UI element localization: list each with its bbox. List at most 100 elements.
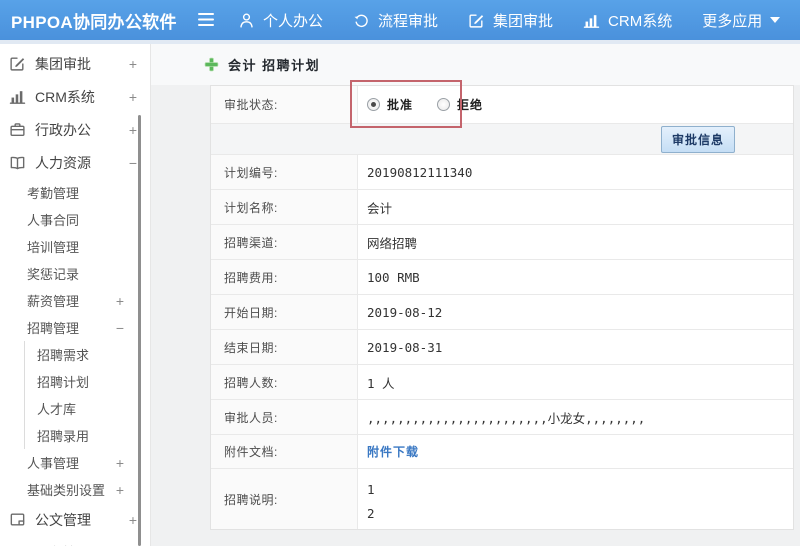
expand-toggle[interactable]: − [116, 321, 124, 335]
radio-icon[interactable] [437, 98, 451, 111]
bar-chart-icon [9, 88, 26, 105]
sidebar-item-label: 招聘录用 [37, 429, 90, 444]
sidebar-item-reward-records[interactable]: 奖惩记录 [0, 260, 150, 287]
field-label-plan-number: 计划编号: [211, 155, 358, 189]
sidebar-item-crm-system[interactable]: CRM系统 + [0, 80, 150, 113]
field-value-plan-number: 20190812111340 [367, 164, 473, 180]
caret-down-icon [770, 17, 781, 23]
sidebar-item-base-category-settings[interactable]: 基础类别设置 + [0, 476, 150, 503]
field-row-approval-status: 审批状态: 批准 拒绝 [211, 86, 793, 124]
field-row-start-date: 开始日期: 2019-08-12 [211, 295, 793, 330]
field-label-plan-name: 计划名称: [211, 190, 358, 224]
field-label-recruit-channel: 招聘渠道: [211, 225, 358, 259]
nav-label: 流程审批 [378, 12, 439, 30]
sidebar-item-label: 考勤管理 [27, 186, 80, 201]
field-row-headcount: 招聘人数: 1 人 [211, 365, 793, 400]
field-label-headcount: 招聘人数: [211, 365, 358, 399]
sidebar-item-label: 行政办公 [35, 121, 91, 138]
add-icon [204, 57, 219, 72]
sidebar-item-label: 公文管理 [35, 511, 91, 528]
sidebar-item-talent-pool[interactable]: 人才库 [0, 395, 150, 422]
sidebar-item-hr-contract[interactable]: 人事合同 [0, 206, 150, 233]
sidebar-item-admin-office[interactable]: 行政办公 + [0, 113, 150, 146]
sidebar: 集团审批 + CRM系统 + 行政办公 + 人力资源 − 考勤管理 人事合同 培训管理 奖惩记录 薪资管… [0, 44, 151, 546]
sidebar-item-personnel-mgmt[interactable]: 人事管理 + [0, 449, 150, 476]
topbar-nav: 个人办公 流程审批 集团审批 CRM系统 更多应用 [238, 10, 781, 31]
field-value-recruit-cost: 100 RMB [367, 269, 420, 285]
sidebar-item-human-resources[interactable]: 人力资源 − [0, 146, 150, 179]
field-value-recruit-channel: 网络招聘 [367, 235, 418, 251]
sidebar-item-recruit-hire[interactable]: 招聘录用 [0, 422, 150, 449]
field-value-approvers: ,,,,,,,,,,,,,,,,,,,,,,,,小龙女,,,,,,,, [367, 410, 646, 426]
field-row-recruit-cost: 招聘费用: 100 RMB [211, 260, 793, 295]
approval-form: 审批状态: 批准 拒绝 审批信息 计划编号: 20190812111340 计划名称:… [210, 85, 794, 530]
field-row-attachment: 附件文档: 附件下载 [211, 435, 793, 469]
nav-label: 个人办公 [263, 12, 324, 30]
app-title: PHPOA协同办公软件 [11, 12, 177, 32]
radio-icon[interactable] [367, 98, 380, 111]
expand-toggle[interactable]: + [116, 456, 124, 470]
expand-toggle[interactable]: + [129, 90, 137, 104]
sidebar-item-recruitment-mgmt[interactable]: 招聘管理 − [0, 314, 150, 341]
field-label-approvers: 审批人员: [211, 400, 358, 434]
document-icon [9, 511, 26, 528]
nav-item-more-apps[interactable]: 更多应用 [702, 10, 781, 31]
main-content: 会计 招聘计划 审批状态: 批准 拒绝 审批信息 计划编号: 20190812111… [151, 44, 800, 546]
expand-toggle[interactable]: + [116, 483, 124, 497]
edit-square-icon [468, 12, 485, 29]
expand-toggle[interactable]: − [129, 156, 137, 170]
content-header: 会计 招聘计划 [151, 44, 800, 85]
sidebar-item-salary-mgmt[interactable]: 薪资管理 + [0, 287, 150, 314]
field-row-description: 招聘说明: 1 2 [211, 469, 793, 529]
field-row-recruit-channel: 招聘渠道: 网络招聘 [211, 225, 793, 260]
radio-option-拒绝[interactable]: 拒绝 [437, 96, 483, 113]
sidebar-item-label: 奖惩记录 [27, 267, 80, 282]
field-value-end-date: 2019-08-31 [367, 339, 443, 355]
sidebar-item-attendance-mgmt[interactable]: 考勤管理 [0, 179, 150, 206]
sidebar-item-vehicle-mgmt[interactable]: 用车管理+ [0, 536, 150, 546]
sidebar-item-group-approval[interactable]: 集团审批 + [0, 47, 150, 80]
sidebar-item-document-mgmt[interactable]: 公文管理 + [0, 503, 150, 536]
nav-item-personal-office[interactable]: 个人办公 [238, 10, 323, 31]
approval-info-button[interactable]: 审批信息 [660, 125, 735, 153]
expand-toggle[interactable]: + [129, 123, 137, 137]
field-label-description: 招聘说明: [211, 469, 358, 529]
sidebar-item-recruit-demand[interactable]: 招聘需求 [0, 341, 150, 368]
nav-item-crm-system[interactable]: CRM系统 [583, 10, 672, 31]
nav-label: 集团审批 [493, 12, 554, 30]
edit-square-icon [9, 55, 26, 72]
sidebar-item-training-mgmt[interactable]: 培训管理 [0, 233, 150, 260]
topbar: PHPOA协同办公软件 个人办公 流程审批 集团审批 CRM系统 更多应用 [0, 0, 800, 40]
sidebar-item-label: 招聘计划 [37, 375, 90, 390]
sidebar-item-label: 人事合同 [27, 213, 80, 228]
field-row-approvers: 审批人员: ,,,,,,,,,,,,,,,,,,,,,,,,小龙女,,,,,,,, [211, 400, 793, 435]
sidebar-item-label: 集团审批 [35, 55, 91, 72]
expand-toggle[interactable]: + [116, 294, 124, 308]
sidebar-item-label: 人才库 [37, 402, 77, 417]
sidebar-item-label: 招聘管理 [27, 321, 80, 336]
attachment-download-link[interactable]: 附件下载 [367, 443, 419, 460]
radio-option-批准[interactable]: 批准 [367, 96, 413, 113]
nav-item-process-approval[interactable]: 流程审批 [353, 10, 438, 31]
sidebar-item-label: 基础类别设置 [27, 483, 106, 498]
field-value-start-date: 2019-08-12 [367, 304, 443, 320]
field-row-plan-name: 计划名称: 会计 [211, 190, 793, 225]
field-label-attachment: 附件文档: [211, 435, 358, 468]
menu-icon[interactable] [198, 13, 216, 27]
person-icon [238, 12, 255, 29]
sidebar-scrollbar-thumb[interactable] [138, 115, 141, 546]
field-label-start-date: 开始日期: [211, 295, 358, 329]
nav-item-group-approval[interactable]: 集团审批 [468, 10, 553, 31]
sidebar-item-label: 用车管理 [35, 543, 91, 546]
approval-status-options: 批准 拒绝 [358, 86, 793, 123]
field-label-approval-status: 审批状态: [211, 86, 358, 123]
sidebar-item-recruit-plan[interactable]: 招聘计划 [0, 368, 150, 395]
field-label-recruit-cost: 招聘费用: [211, 260, 358, 294]
nav-label: CRM系统 [608, 12, 673, 30]
sidebar-item-label: 薪资管理 [27, 294, 80, 309]
process-icon [353, 12, 370, 29]
field-row-plan-number: 计划编号: 20190812111340 [211, 155, 793, 190]
expand-toggle[interactable]: + [129, 57, 137, 71]
expand-toggle[interactable]: + [129, 513, 137, 527]
bar-chart-icon [583, 12, 600, 29]
